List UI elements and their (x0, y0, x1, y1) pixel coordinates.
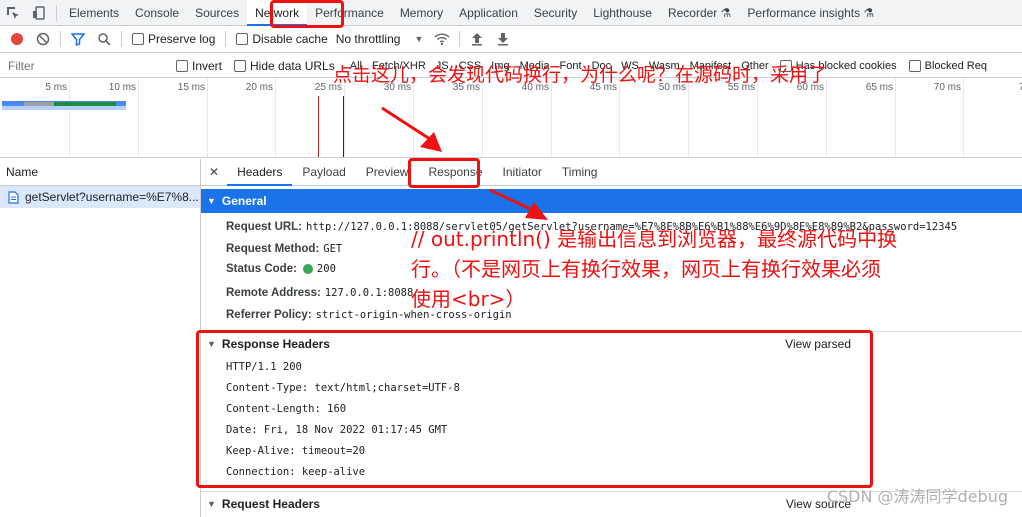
annotation-arrows (381, 106, 548, 220)
arrow-to-response-tab (381, 106, 442, 152)
arrow-to-annotation (489, 188, 548, 220)
watermark: CSDN @涛涛同学debug (826, 487, 1008, 506)
